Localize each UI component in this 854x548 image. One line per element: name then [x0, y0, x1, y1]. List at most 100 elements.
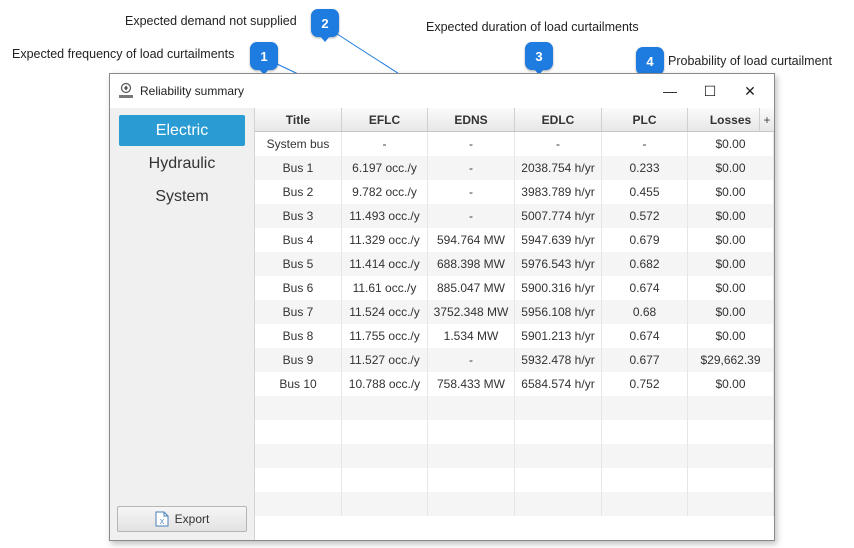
excel-file-icon: X	[155, 511, 169, 527]
table-cell: 0.674	[602, 276, 688, 300]
table-cell	[342, 420, 428, 444]
table-row[interactable]: Bus 9 11.527 occ./y -5932.478 h/yr 0.677 $29…	[255, 348, 774, 372]
callout-3-badge: 3	[525, 42, 553, 75]
table-cell: Bus 3	[255, 204, 342, 228]
table-cell: Bus 2	[255, 180, 342, 204]
export-button[interactable]: X Export	[117, 506, 247, 532]
callout-4-badge: 4	[636, 47, 664, 80]
table-cell: 10.788 occ./y	[342, 372, 428, 396]
table-row[interactable]	[255, 396, 774, 420]
app-logo-icon	[119, 82, 133, 98]
table-cell: -	[602, 132, 688, 156]
table-cell: -	[515, 132, 602, 156]
sidebar-item-system[interactable]: System	[119, 181, 245, 212]
table-cell: 0.677	[602, 348, 688, 372]
table-row[interactable]: Bus 3 11.493 occ./y -5007.774 h/yr 0.572 $0.…	[255, 204, 774, 228]
table-cell	[255, 444, 342, 468]
table-cell: Bus 9	[255, 348, 342, 372]
table-cell: $0.00	[688, 252, 774, 276]
table-cell	[515, 468, 602, 492]
table-row[interactable]: Bus 1 6.197 occ./y -2038.754 h/yr 0.233 $0.0…	[255, 156, 774, 180]
table-cell: 2038.754 h/yr	[515, 156, 602, 180]
table-cell: 11.527 occ./y	[342, 348, 428, 372]
window-title: Reliability summary	[140, 84, 245, 98]
table-cell: -	[342, 132, 428, 156]
table-cell: 6.197 occ./y	[342, 156, 428, 180]
table-cell	[602, 468, 688, 492]
table-cell: 0.455	[602, 180, 688, 204]
table-cell	[515, 396, 602, 420]
table-cell	[688, 444, 774, 468]
table-cell: 594.764 MW	[428, 228, 515, 252]
table-cell	[602, 396, 688, 420]
table-cell	[428, 420, 515, 444]
table-cell: Bus 1	[255, 156, 342, 180]
table-cell: 11.329 occ./y	[342, 228, 428, 252]
close-button[interactable]: ✕	[730, 78, 770, 104]
table-row[interactable]	[255, 444, 774, 468]
callout-3-text: Expected duration of load curtailments	[426, 20, 639, 34]
reliability-summary-window: Reliability summary — ☐ ✕ Electric Hydra…	[109, 73, 775, 541]
table-cell	[515, 444, 602, 468]
table-row[interactable]: Bus 8 11.755 occ./y 1.534 MW 5901.213 h/yr 0…	[255, 324, 774, 348]
sidebar: Electric Hydraulic System X Export	[110, 108, 255, 540]
table-cell: -	[428, 180, 515, 204]
table-cell	[515, 420, 602, 444]
table-body: System bus - - - - $0.00 Bus 1 6.197 occ./y -203…	[255, 132, 774, 516]
table-cell: $0.00	[688, 276, 774, 300]
sidebar-item-electric[interactable]: Electric	[119, 115, 245, 146]
table-cell: 1.534 MW	[428, 324, 515, 348]
table-cell	[428, 492, 515, 516]
table-row[interactable]: Bus 10 10.788 occ./y 758.433 MW 6584.574 h/…	[255, 372, 774, 396]
table-cell: 5956.108 h/yr	[515, 300, 602, 324]
table-row[interactable]: Bus 7 11.524 occ./y 3752.348 MW 5956.108 h/…	[255, 300, 774, 324]
title-bar[interactable]: Reliability summary — ☐ ✕	[110, 74, 774, 108]
table-cell: 0.68	[602, 300, 688, 324]
table-row[interactable]: Bus 2 9.782 occ./y -3983.789 h/yr 0.455 $0.0…	[255, 180, 774, 204]
table-cell: $29,662.39	[688, 348, 774, 372]
table-cell: 11.493 occ./y	[342, 204, 428, 228]
column-header-eflc[interactable]: EFLC	[342, 108, 428, 131]
table-cell	[255, 420, 342, 444]
table-cell: Bus 5	[255, 252, 342, 276]
table-cell: System bus	[255, 132, 342, 156]
table-cell: 6584.574 h/yr	[515, 372, 602, 396]
table-cell	[602, 492, 688, 516]
table-cell	[688, 492, 774, 516]
table-cell	[255, 468, 342, 492]
table-row[interactable]	[255, 492, 774, 516]
table-cell: $0.00	[688, 228, 774, 252]
table-cell: $0.00	[688, 324, 774, 348]
table-row[interactable]: System bus - - - - $0.00	[255, 132, 774, 156]
table-cell: 758.433 MW	[428, 372, 515, 396]
minimize-button[interactable]: —	[650, 78, 690, 104]
table-cell	[255, 396, 342, 420]
sidebar-item-hydraulic[interactable]: Hydraulic	[119, 148, 245, 179]
table-cell: $0.00	[688, 300, 774, 324]
table-row[interactable]: Bus 4 11.329 occ./y 594.764 MW 5947.639 h/y…	[255, 228, 774, 252]
table-cell: 688.398 MW	[428, 252, 515, 276]
table-row[interactable]: Bus 6 11.61 occ./y 885.047 MW 5900.316 h/yr…	[255, 276, 774, 300]
table-cell: 5007.774 h/yr	[515, 204, 602, 228]
add-column-button[interactable]: +	[759, 108, 774, 132]
column-header-title[interactable]: Title	[255, 108, 342, 131]
column-header-plc[interactable]: PLC	[602, 108, 688, 131]
table-row[interactable]	[255, 468, 774, 492]
column-header-edlc[interactable]: EDLC	[515, 108, 602, 131]
table-cell: 885.047 MW	[428, 276, 515, 300]
table-row[interactable]: Bus 5 11.414 occ./y 688.398 MW 5976.543 h/y…	[255, 252, 774, 276]
maximize-button[interactable]: ☐	[690, 78, 730, 104]
export-label: Export	[174, 512, 210, 526]
table-cell	[602, 444, 688, 468]
table-cell: 11.61 occ./y	[342, 276, 428, 300]
table-cell: -	[428, 204, 515, 228]
column-header-edns[interactable]: EDNS	[428, 108, 515, 131]
svg-text:X: X	[159, 519, 164, 526]
table-cell: Bus 10	[255, 372, 342, 396]
callout-4-text: Probability of load curtailment	[668, 54, 832, 68]
callout-2-badge: 2	[311, 9, 339, 42]
table-row[interactable]	[255, 420, 774, 444]
table-cell: Bus 8	[255, 324, 342, 348]
table-cell: $0.00	[688, 372, 774, 396]
table-cell	[342, 444, 428, 468]
